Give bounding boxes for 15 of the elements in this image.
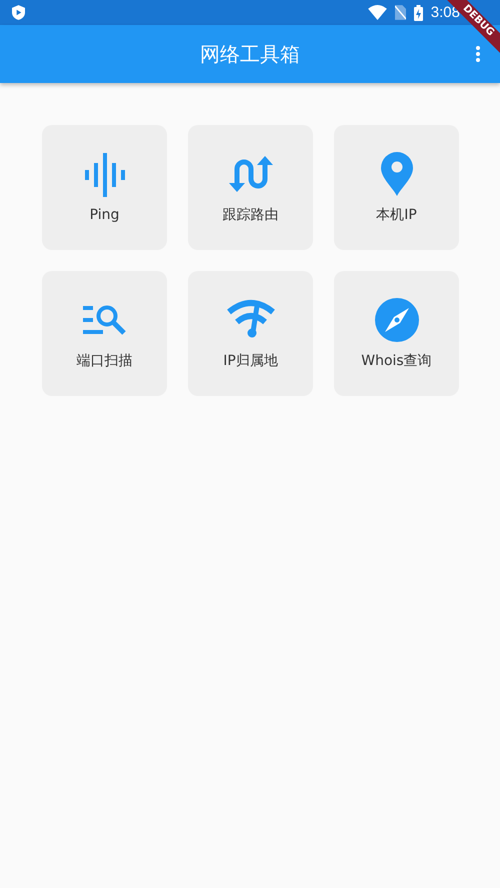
tool-tile[interactable]: 跟踪路由 bbox=[188, 125, 313, 250]
tool-tile[interactable]: Ping bbox=[42, 125, 167, 250]
tool-tile[interactable]: IP归属地 bbox=[188, 271, 313, 396]
battery-icon bbox=[414, 4, 423, 20]
more-menu-button[interactable] bbox=[474, 44, 482, 64]
wifi-icon bbox=[368, 5, 387, 20]
tool-tile[interactable]: Whois查询 bbox=[334, 271, 459, 396]
tool-tile[interactable]: 端口扫描 bbox=[42, 271, 167, 396]
location-pin-icon bbox=[380, 152, 412, 196]
waveform-icon bbox=[84, 152, 124, 196]
tool-tile[interactable]: 本机IP bbox=[334, 125, 459, 250]
no-sim-icon bbox=[394, 5, 406, 20]
compass-icon bbox=[374, 298, 418, 342]
shield-icon bbox=[12, 5, 25, 20]
app-title: 网络工具箱 bbox=[200, 40, 300, 68]
